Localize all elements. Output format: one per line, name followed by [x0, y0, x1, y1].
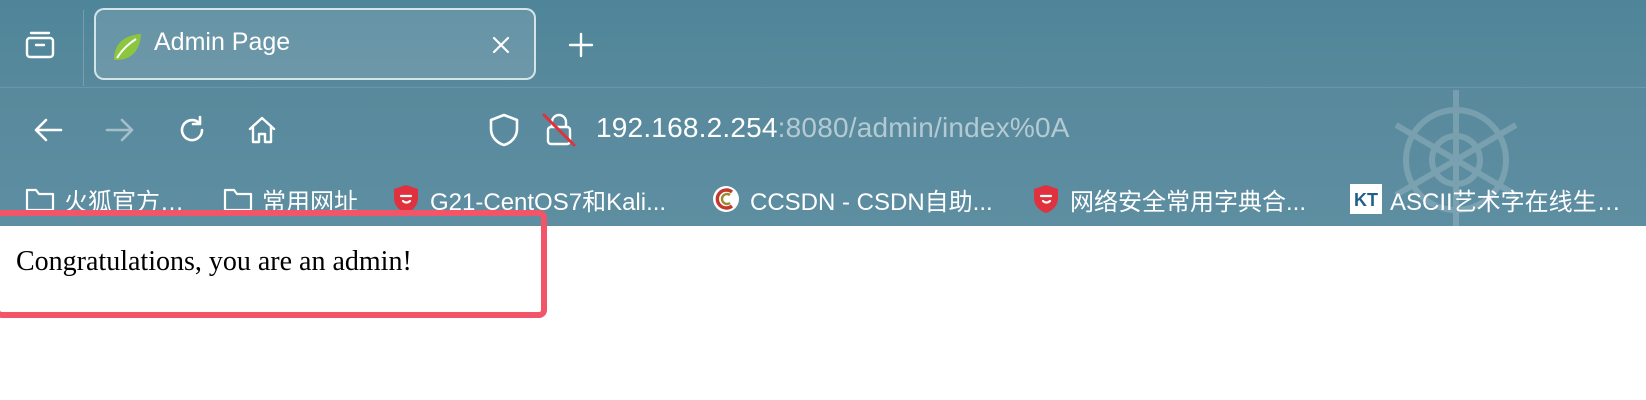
browser-chrome: Admin Page 192.168.2.254:8080/admin/inde…: [0, 0, 1646, 226]
navigation-toolbar: 192.168.2.254:8080/admin/index%0A: [0, 88, 1646, 172]
spring-leaf-icon: [114, 34, 141, 60]
bookmark-label: 火狐官方站点: [64, 188, 204, 216]
tab-admin-page[interactable]: Admin Page: [94, 8, 536, 80]
bookmark-label: 网络安全常用字典合...: [1070, 188, 1307, 216]
bookmark-label: G21-CentOS7和Kali...: [430, 188, 667, 216]
bookmarks-toolbar: 火狐官方站点 常用网址 G21-CentOS7和Kali... CCSDN - …: [0, 172, 1646, 226]
kt-logo-icon: KT: [1350, 183, 1382, 215]
plus-icon: [568, 32, 594, 58]
tab-title: Admin Page: [154, 28, 291, 56]
bookmark-label: ASCII艺术字在线生成 ...: [1390, 188, 1640, 216]
c-logo-icon: [710, 183, 742, 215]
back-button[interactable]: [24, 106, 72, 154]
shield-badge-icon: [390, 183, 422, 215]
home-icon: [248, 116, 276, 144]
folder-icon: [222, 183, 254, 215]
shield-badge-icon: [1030, 183, 1062, 215]
address-bar[interactable]: 192.168.2.254:8080/admin/index%0A: [480, 102, 1180, 158]
tab-list-button[interactable]: [14, 22, 66, 68]
bookmark-common-sites[interactable]: 常用网址: [222, 180, 360, 218]
home-button[interactable]: [238, 106, 286, 154]
admin-message: Congratulations, you are an admin!: [16, 246, 412, 277]
bookmark-label: CCSDN - CSDN自助...: [750, 188, 993, 216]
url-host: 192.168.2.254: [596, 112, 778, 143]
new-tab-button[interactable]: [562, 26, 600, 64]
bookmark-ccsdn[interactable]: CCSDN - CSDN自助...: [710, 180, 1000, 218]
folder-icon: [24, 183, 56, 215]
bookmark-firefox-sites[interactable]: 火狐官方站点: [24, 180, 204, 218]
reload-icon: [180, 115, 204, 142]
tab-divider: [83, 10, 84, 86]
insecure-lock-icon[interactable]: [540, 111, 578, 149]
reload-button[interactable]: [168, 106, 216, 154]
tab-strip: Admin Page: [0, 0, 1646, 88]
shield-icon[interactable]: [486, 112, 522, 148]
svg-text:KT: KT: [1354, 190, 1378, 210]
page-content: Congratulations, you are an admin!: [0, 226, 1646, 400]
bookmark-centos-kali[interactable]: G21-CentOS7和Kali...: [390, 180, 676, 218]
tab-close-button[interactable]: [486, 30, 516, 60]
arrow-right-icon: [105, 118, 134, 142]
forward-button[interactable]: [96, 106, 144, 154]
arrow-left-icon: [34, 118, 63, 142]
close-icon: [492, 36, 510, 54]
tab-list-icon: [25, 31, 55, 59]
bookmark-security-dict[interactable]: 网络安全常用字典合...: [1030, 180, 1312, 218]
bookmark-label: 常用网址: [262, 188, 358, 216]
url-path: :8080/admin/index%0A: [777, 112, 1070, 143]
url-text[interactable]: 192.168.2.254:8080/admin/index%0A: [596, 112, 1070, 144]
bookmark-ascii-art[interactable]: KT ASCII艺术字在线生成 ...: [1350, 180, 1640, 218]
